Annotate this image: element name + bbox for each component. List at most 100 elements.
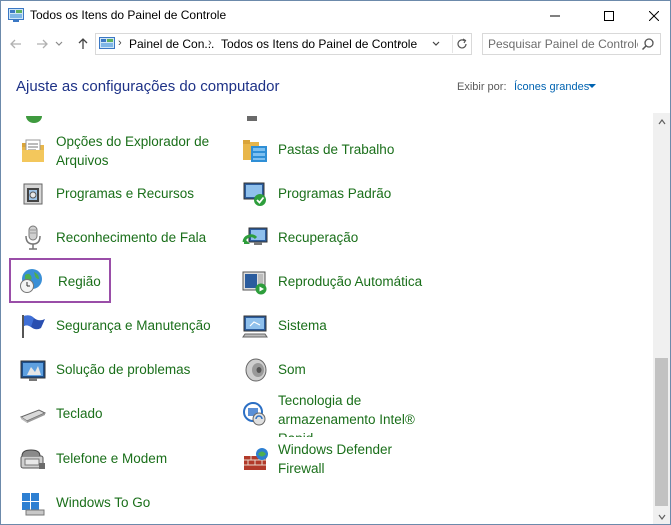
chevron-down-icon (658, 514, 665, 520)
window-title: Todos os Itens do Painel de Controle (30, 8, 227, 22)
chevron-down-icon (55, 41, 63, 46)
programs-features-icon (18, 179, 48, 209)
breadcrumb-separator[interactable]: › (398, 37, 402, 49)
item-troubleshooting[interactable]: Solução de problemas (13, 355, 223, 385)
item-label[interactable]: Windows To Go (56, 493, 150, 512)
back-button[interactable] (6, 34, 26, 54)
minimize-icon (550, 15, 560, 16)
item-label[interactable]: Solução de problemas (56, 360, 190, 379)
page-title: Ajuste as configurações do computador (16, 78, 280, 95)
breadcrumb-painel[interactable]: Painel de Con... (129, 37, 214, 51)
item-speech-recognition[interactable]: Reconhecimento de Fala (13, 223, 223, 253)
items-grid: Opções do Explorador de Arquivos Program… (1, 113, 653, 524)
item-label[interactable]: Windows Defender (278, 440, 392, 459)
globe-clock-icon (16, 266, 46, 296)
minimize-button[interactable] (532, 1, 578, 30)
item-work-folders[interactable]: Pastas de Trabalho (235, 135, 445, 165)
item-keyboard[interactable]: Teclado (13, 399, 223, 429)
item-label[interactable]: armazenamento Intel® (278, 410, 415, 429)
maximize-button[interactable] (586, 1, 632, 30)
scroll-up-button[interactable] (653, 113, 670, 130)
item-label[interactable]: Opções do Explorador de (56, 132, 209, 151)
windows-to-go-icon (18, 488, 48, 518)
item-label[interactable]: Som (278, 360, 306, 379)
refresh-button[interactable] (452, 35, 470, 53)
work-folders-icon (240, 135, 270, 165)
control-panel-window: Todos os Itens do Painel de Controle › P… (0, 0, 671, 525)
partial-item-icon[interactable] (241, 113, 271, 123)
control-panel-icon (99, 37, 115, 49)
address-bar[interactable]: › Painel de Con... › Todos os Itens do P… (95, 33, 472, 55)
item-sound[interactable]: Som (235, 355, 445, 385)
chevron-down-icon (432, 41, 440, 46)
caret-down-icon[interactable] (588, 84, 596, 88)
arrow-right-icon (37, 39, 48, 49)
folder-options-icon (18, 136, 48, 166)
item-label[interactable]: Firewall (278, 459, 325, 478)
autoplay-icon (240, 267, 270, 297)
item-recovery[interactable]: Recuperação (235, 223, 445, 253)
item-region[interactable]: Região (9, 258, 111, 303)
arrow-left-icon (10, 39, 21, 49)
breadcrumb-todos-itens[interactable]: Todos os Itens do Painel de Controle (221, 37, 417, 51)
item-security-maintenance[interactable]: Segurança e Manutenção (13, 311, 223, 341)
vertical-scrollbar[interactable] (653, 113, 670, 524)
item-folder-options[interactable]: Opções do Explorador de Arquivos (13, 131, 223, 171)
recent-locations-button[interactable] (53, 34, 65, 54)
breadcrumb-separator[interactable]: › (118, 37, 122, 49)
speaker-icon (240, 355, 270, 385)
item-label[interactable]: Arquivos (56, 151, 109, 170)
keyboard-icon (18, 399, 48, 429)
item-phone-modem[interactable]: Telefone e Modem (13, 444, 223, 474)
microphone-icon (18, 223, 48, 253)
item-label[interactable]: Programas Padrão (278, 184, 391, 203)
item-label[interactable]: Telefone e Modem (56, 449, 167, 468)
item-label[interactable]: Recuperação (278, 228, 358, 247)
troubleshooting-icon (18, 355, 48, 385)
search-input[interactable] (488, 36, 638, 52)
search-box[interactable] (482, 33, 661, 55)
phone-modem-icon (18, 444, 48, 474)
item-label[interactable]: Pastas de Trabalho (278, 140, 394, 159)
maximize-icon (604, 10, 614, 21)
search-icon (641, 38, 654, 51)
address-dropdown-button[interactable] (428, 36, 444, 52)
content-header: Ajuste as configurações do computador Ex… (1, 58, 670, 113)
scroll-thumb[interactable] (655, 358, 668, 506)
firewall-icon (240, 445, 270, 475)
control-panel-icon (8, 8, 24, 22)
item-windows-firewall[interactable]: Windows Defender Firewall (235, 439, 445, 479)
item-label[interactable]: Tecnologia de (278, 391, 361, 410)
item-windows-to-go[interactable]: Windows To Go (13, 488, 223, 518)
partial-item-icon[interactable] (19, 113, 49, 123)
item-system[interactable]: Sistema (235, 311, 445, 341)
refresh-icon (456, 38, 467, 49)
close-icon (649, 10, 659, 21)
chevron-up-icon (658, 118, 665, 124)
system-icon (240, 311, 270, 341)
flag-icon (18, 311, 48, 341)
recovery-icon (240, 223, 270, 253)
up-button[interactable] (73, 34, 93, 54)
item-label[interactable]: Programas e Recursos (56, 184, 194, 203)
breadcrumb-separator[interactable]: › (208, 37, 212, 49)
item-autoplay[interactable]: Reprodução Automática (235, 267, 445, 297)
item-default-programs[interactable]: Programas Padrão (235, 179, 445, 209)
item-label[interactable]: Reprodução Automática (278, 272, 422, 291)
item-label[interactable]: Segurança e Manutenção (56, 316, 211, 335)
view-by-dropdown[interactable]: Ícones grandes (514, 81, 589, 93)
arrow-up-icon (78, 38, 88, 49)
item-label[interactable]: Reconhecimento de Fala (56, 228, 206, 247)
close-button[interactable] (631, 1, 670, 30)
item-programs-features[interactable]: Programas e Recursos (13, 179, 223, 209)
item-label[interactable]: Teclado (56, 404, 103, 423)
item-label[interactable]: Rapid (278, 429, 313, 437)
item-label[interactable]: Região (58, 272, 101, 291)
default-programs-icon (240, 179, 270, 209)
scroll-down-button[interactable] (653, 508, 670, 524)
item-label[interactable]: Sistema (278, 316, 327, 335)
item-intel-rapid-storage[interactable]: Tecnologia de armazenamento Intel® Rapid (235, 391, 455, 437)
forward-button[interactable] (32, 34, 52, 54)
title-bar: Todos os Itens do Painel de Controle (1, 1, 670, 30)
view-by-label: Exibir por: (457, 81, 507, 93)
